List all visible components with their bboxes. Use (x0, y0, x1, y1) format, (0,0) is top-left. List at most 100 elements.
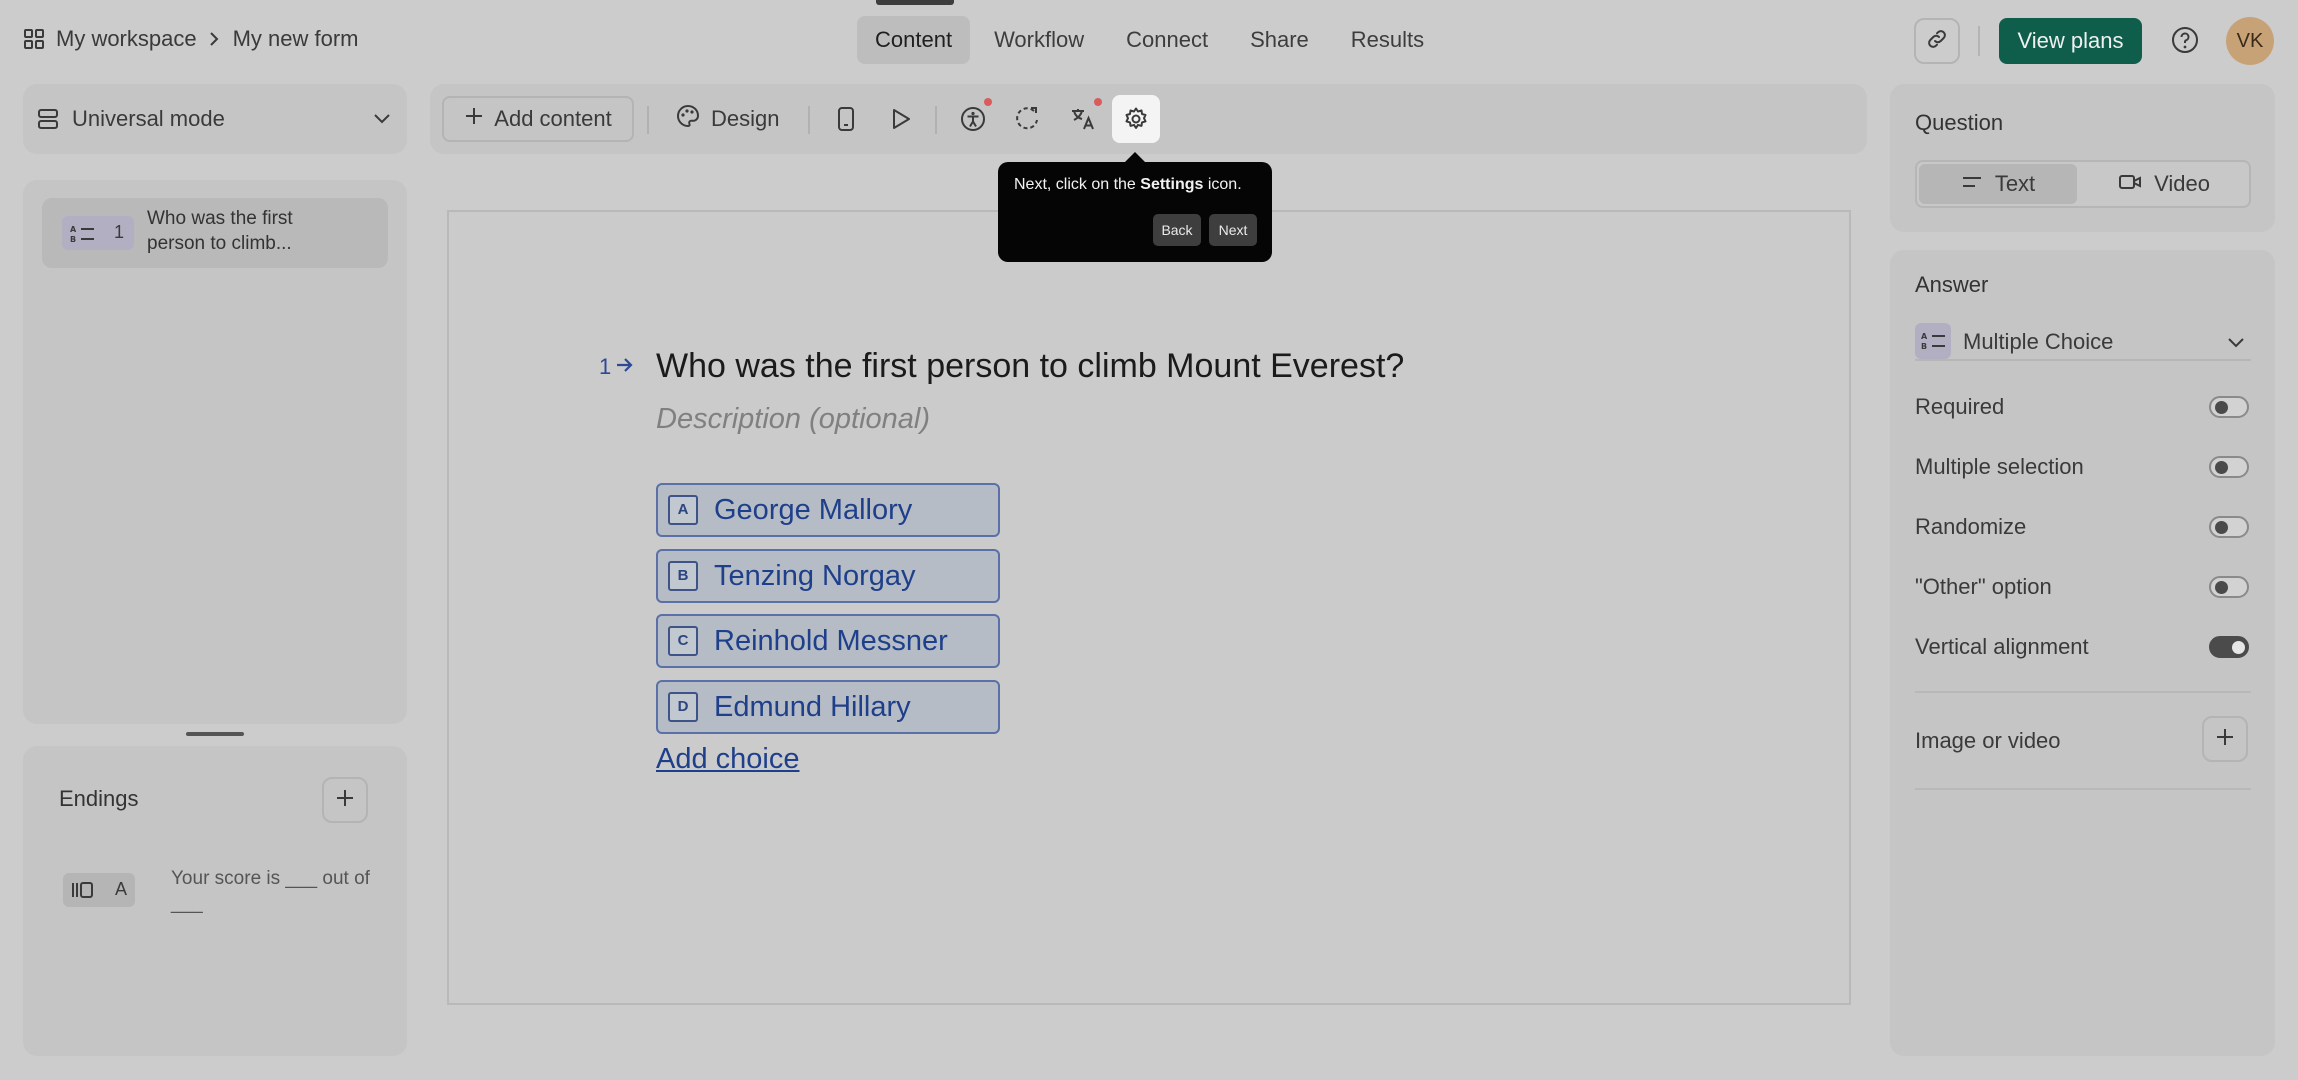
arrow-right-icon (615, 354, 635, 380)
question-type-video-label: Video (2154, 171, 2210, 196)
form-canvas (447, 210, 1851, 1005)
choice-label: Edmund Hillary (714, 690, 911, 723)
list-item[interactable]: A Your score is ___ out of ___ (63, 866, 370, 926)
tab-share[interactable]: Share (1232, 16, 1327, 64)
copy-link-button[interactable] (1914, 18, 1960, 64)
header-divider (1978, 26, 1980, 56)
multiple-choice-icon: AB (1921, 331, 1947, 356)
setting-label: Multiple selection (1915, 454, 2084, 479)
list-item[interactable]: AB 1 Who was the first person to climb..… (42, 198, 388, 268)
logic-icon[interactable] (1005, 96, 1051, 142)
design-label: Design (711, 106, 780, 131)
toolbar-divider (647, 106, 649, 134)
breadcrumb-workspace[interactable]: My workspace (56, 26, 197, 52)
choice-label: Reinhold Messner (714, 624, 948, 657)
translate-icon[interactable] (1060, 96, 1106, 142)
ending-badge: A (63, 873, 135, 907)
ending-icon (71, 880, 95, 905)
question-type-toggle: Text Video (1915, 160, 2251, 208)
play-preview-icon[interactable] (878, 96, 924, 142)
choice-key: C (668, 626, 698, 656)
tooltip-back-button[interactable]: Back (1153, 214, 1201, 246)
tooltip-arrow (1125, 152, 1145, 162)
active-tab-indicator (876, 0, 954, 5)
breadcrumb-form[interactable]: My new form (233, 26, 359, 52)
chevron-down-icon (2227, 336, 2245, 354)
question-section-title: Question (1915, 110, 2004, 135)
toggle-knob (2215, 581, 2228, 594)
answer-type-dropdown[interactable]: AB Multiple Choice (1915, 323, 2251, 361)
chevron-down-icon (373, 112, 391, 130)
add-choice-link[interactable]: Add choice (656, 743, 800, 776)
choice-option[interactable]: B Tenzing Norgay (656, 549, 1000, 603)
multiple-choice-icon: AB (70, 224, 96, 249)
question-number: 1 (599, 354, 612, 379)
question-title: Who was the first person to climb... (147, 208, 293, 254)
required-toggle[interactable] (2209, 396, 2249, 418)
add-media-button[interactable] (2202, 716, 2248, 762)
mobile-preview-icon[interactable] (823, 96, 869, 142)
tooltip-next-button[interactable]: Next (1209, 214, 1257, 246)
question-number: 1 (114, 222, 125, 242)
plus-icon (464, 106, 484, 132)
tab-results[interactable]: Results (1333, 16, 1442, 64)
tab-connect[interactable]: Connect (1108, 16, 1226, 64)
add-ending-button[interactable] (322, 777, 368, 823)
randomize-toggle[interactable] (2209, 516, 2249, 538)
question-title-input[interactable]: Who was the first person to climb Mount … (656, 347, 1404, 386)
divider (1915, 691, 2251, 693)
link-icon (1925, 27, 1949, 56)
toggle-knob (2215, 521, 2228, 534)
breadcrumb: My workspace My new form (23, 26, 359, 52)
question-type-text[interactable]: Text (1919, 164, 2077, 204)
divider (1915, 788, 2251, 790)
vertical-alignment-toggle[interactable] (2209, 636, 2249, 658)
choice-option[interactable]: D Edmund Hillary (656, 680, 1000, 734)
setting-label: "Other" option (1915, 574, 2052, 599)
choice-key: D (668, 692, 698, 722)
answer-type-label: Multiple Choice (1963, 329, 2114, 354)
nav-tabs: Content Workflow Connect Share Results (857, 16, 1442, 66)
choice-option[interactable]: C Reinhold Messner (656, 614, 1000, 668)
toggle-knob (2215, 401, 2228, 414)
choice-option[interactable]: A George Mallory (656, 483, 1000, 537)
ending-title: Your score is ___ out of ___ (171, 868, 370, 914)
plus-icon (2215, 727, 2235, 752)
grid-icon[interactable] (23, 28, 45, 50)
tab-workflow[interactable]: Workflow (976, 16, 1102, 64)
onboarding-tooltip: Next, click on the Settings icon. Back N… (998, 162, 1272, 262)
setting-label: Vertical alignment (1915, 634, 2089, 659)
other-option-toggle[interactable] (2209, 576, 2249, 598)
choice-label: George Mallory (714, 493, 913, 526)
endings-panel: Endings A Your score is ___ out of ___ (23, 746, 407, 1056)
palette-icon (675, 103, 701, 135)
avatar[interactable]: VK (2226, 17, 2274, 65)
toggle-knob (2232, 641, 2245, 654)
question-type-video[interactable]: Video (2085, 164, 2243, 204)
setting-label: Required (1915, 394, 2005, 419)
mode-selector[interactable]: Universal mode (23, 84, 407, 154)
editor-toolbar: Add content Design (430, 84, 1867, 154)
accessibility-icon[interactable] (950, 96, 996, 142)
tab-content[interactable]: Content (857, 16, 971, 64)
mode-label: Universal mode (72, 106, 225, 131)
design-button[interactable]: Design (675, 96, 779, 142)
resize-handle[interactable] (186, 732, 244, 736)
chevron-right-icon (209, 26, 219, 52)
question-description-input[interactable]: Description (optional) (656, 403, 930, 436)
multiple-selection-toggle[interactable] (2209, 456, 2249, 478)
svg-text:A: A (70, 225, 77, 234)
svg-text:B: B (70, 235, 76, 244)
settings-icon[interactable] (1112, 95, 1160, 143)
video-icon (2118, 173, 2142, 196)
view-plans-button[interactable]: View plans (1999, 18, 2142, 64)
add-content-button[interactable]: Add content (442, 96, 634, 142)
question-list: AB 1 Who was the first person to climb..… (23, 180, 407, 724)
add-content-label: Add content (494, 106, 612, 131)
help-icon[interactable] (2170, 25, 2200, 60)
svg-text:A: A (1921, 332, 1928, 341)
choice-key: B (668, 561, 698, 591)
setting-label: Randomize (1915, 514, 2027, 539)
choice-label: Tenzing Norgay (714, 559, 916, 592)
svg-text:B: B (1921, 342, 1927, 351)
